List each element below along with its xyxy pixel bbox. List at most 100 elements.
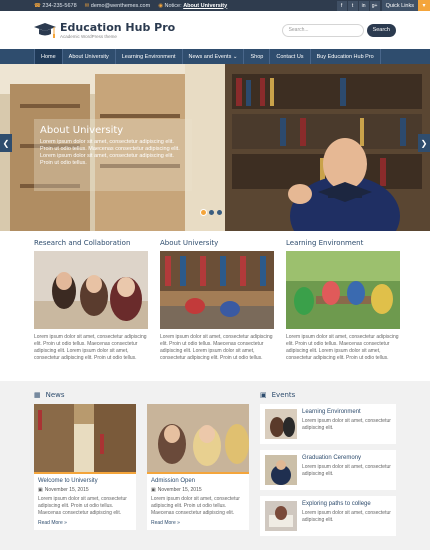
event-image[interactable] — [265, 501, 297, 531]
feature-text: Lorem ipsum dolor sit amet, consectetur … — [34, 334, 147, 361]
linkedin-icon[interactable]: in — [358, 0, 369, 11]
nav-contact-us[interactable]: Contact Us — [270, 49, 311, 64]
news-image[interactable] — [147, 404, 249, 474]
notice-icon: ◉ — [158, 2, 163, 9]
slider-dot[interactable] — [201, 210, 206, 215]
event-title[interactable]: Graduation Ceremony — [302, 455, 391, 461]
phone-icon: ☎ — [34, 2, 41, 9]
feature-text: Lorem ipsum dolor sit amet, consectetur … — [286, 334, 399, 361]
nav-label: Buy Education Hub Pro — [316, 53, 374, 60]
main-nav: Home About University Learning Environme… — [0, 49, 430, 64]
event-item: Graduation Ceremony Lorem ipsum dolor sit… — [260, 450, 396, 490]
news-date-text: November 15, 2015 — [44, 487, 89, 493]
event-image[interactable] — [265, 409, 297, 439]
search-form: Search... Search — [281, 23, 396, 37]
feature-title[interactable]: Learning Environment — [286, 239, 400, 247]
news-title[interactable]: Welcome to University — [38, 478, 132, 484]
notice-link[interactable]: About University — [183, 3, 227, 9]
notice-label: Notice: — [164, 2, 182, 9]
event-text: Lorem ipsum dolor sit amet, consectetur … — [302, 418, 391, 431]
chevron-down-icon: ⌄ — [232, 53, 238, 60]
nav-label: Learning Environment — [121, 53, 176, 60]
event-title[interactable]: Exploring paths to college — [302, 501, 391, 507]
events-column: ▣ Events Learning Environment Lorem ipsum … — [260, 391, 396, 542]
site-tagline: Academic WordPress theme — [60, 34, 117, 39]
news-excerpt: Lorem ipsum dolor sit amet, consectetur … — [151, 496, 240, 516]
nav-news-and-events[interactable]: News and Events ⌄ — [183, 49, 245, 64]
nav-buy-pro[interactable]: Buy Education Hub Pro — [311, 49, 381, 64]
nav-label: Home — [41, 53, 56, 60]
hero-title[interactable]: About University — [40, 125, 186, 136]
slider-dot[interactable] — [217, 210, 222, 215]
features-section: Research and Collaboration Lorem ipsum d… — [0, 231, 430, 381]
nav-label: Contact Us — [276, 53, 304, 60]
nav-home[interactable]: Home — [34, 49, 63, 64]
phone-number: 234-235-5678 — [42, 2, 77, 9]
search-button[interactable]: Search — [366, 23, 396, 37]
email-icon: ✉ — [84, 2, 90, 9]
event-text: Lorem ipsum dolor sit amet, consectetur … — [302, 464, 391, 477]
calendar-icon: ▣ — [151, 487, 156, 493]
event-text: Lorem ipsum dolor sit amet, consectetur … — [302, 510, 391, 523]
nav-about-university[interactable]: About University — [63, 49, 116, 64]
read-more-link[interactable]: Read More » — [151, 520, 245, 526]
top-bar: ☎ 234-235-5678 ✉ demo@wenthemes.com ◉ No… — [0, 0, 430, 11]
nav-shop[interactable]: Shop — [244, 49, 271, 64]
feature-card: About University Lorem ipsum dolor sit a… — [160, 239, 274, 381]
slider-dot[interactable] — [209, 210, 214, 215]
feature-image[interactable] — [286, 251, 400, 329]
quick-links-button[interactable]: Quick Links — [381, 0, 418, 11]
events-heading-label: Events — [271, 391, 296, 399]
calendar-icon: ▣ — [38, 487, 43, 493]
brand[interactable]: Education Hub Pro Academic WordPress the… — [34, 21, 175, 39]
nav-label: News and Events — [188, 53, 232, 60]
news-title[interactable]: Admission Open — [151, 478, 245, 484]
news-card: Admission Open ▣ November 15, 2015 Lorem … — [147, 404, 249, 530]
hero-text: Lorem ipsum dolor sit amet, consectetur … — [40, 139, 180, 166]
email-info[interactable]: ✉ demo@wenthemes.com — [85, 3, 151, 9]
news-heading: ▦ News — [34, 391, 248, 399]
feature-image[interactable] — [34, 251, 148, 329]
news-card: Welcome to University ▣ November 15, 2015… — [34, 404, 136, 530]
news-excerpt: Lorem ipsum dolor sit amet, consectetur … — [38, 496, 127, 516]
news-image[interactable] — [34, 404, 136, 474]
facebook-icon[interactable]: f — [336, 0, 347, 11]
news-date-text: November 15, 2015 — [157, 487, 202, 493]
feature-title[interactable]: About University — [160, 239, 274, 247]
twitter-icon[interactable]: t — [347, 0, 358, 11]
hero-slider: ❮ ❯ About University Lorem ipsum dolor s… — [0, 64, 430, 231]
graduation-cap-icon — [34, 23, 56, 38]
phone-info: ☎ 234-235-5678 — [34, 3, 77, 9]
events-heading: ▣ Events — [260, 391, 396, 399]
feature-image[interactable] — [160, 251, 274, 329]
hero-caption: About University Lorem ipsum dolor sit a… — [34, 119, 192, 191]
event-title[interactable]: Learning Environment — [302, 409, 391, 415]
googleplus-icon[interactable]: g+ — [369, 0, 380, 11]
slider-next-button[interactable]: ❯ — [418, 134, 430, 152]
feature-title[interactable]: Research and Collaboration — [34, 239, 148, 247]
news-heading-label: News — [45, 391, 65, 399]
calendar-icon: ▣ — [260, 391, 267, 399]
nav-label: Shop — [250, 53, 264, 60]
event-item: Learning Environment Lorem ipsum dolor si… — [260, 404, 396, 444]
chevron-down-icon[interactable]: ▾ — [418, 0, 430, 11]
news-column: ▦ News Welcome to University ▣ November 15… — [34, 391, 249, 542]
feature-card: Research and Collaboration Lorem ipsum d… — [34, 239, 148, 381]
news-date: ▣ November 15, 2015 — [38, 487, 132, 493]
site-header: Education Hub Pro Academic WordPress the… — [0, 11, 430, 49]
notice: ◉ Notice: About University — [158, 3, 227, 9]
site-title[interactable]: Education Hub Pro — [60, 21, 175, 34]
news-events-section: ▦ News Welcome to University ▣ November 15… — [0, 381, 430, 542]
event-image[interactable] — [265, 455, 297, 485]
read-more-link[interactable]: Read More » — [38, 520, 132, 526]
nav-label: About University — [68, 53, 109, 60]
search-input[interactable]: Search... — [281, 23, 364, 37]
nav-learning-environment[interactable]: Learning Environment — [116, 49, 183, 64]
slider-dots — [201, 210, 222, 215]
email-address[interactable]: demo@wenthemes.com — [91, 3, 150, 9]
news-date: ▣ November 15, 2015 — [151, 487, 245, 493]
feature-text: Lorem ipsum dolor sit amet, consectetur … — [160, 334, 273, 361]
event-item: Exploring paths to college Lorem ipsum do… — [260, 496, 396, 536]
slider-prev-button[interactable]: ❮ — [0, 134, 12, 152]
feature-card: Learning Environment Lorem ipsum dolor s… — [286, 239, 400, 381]
